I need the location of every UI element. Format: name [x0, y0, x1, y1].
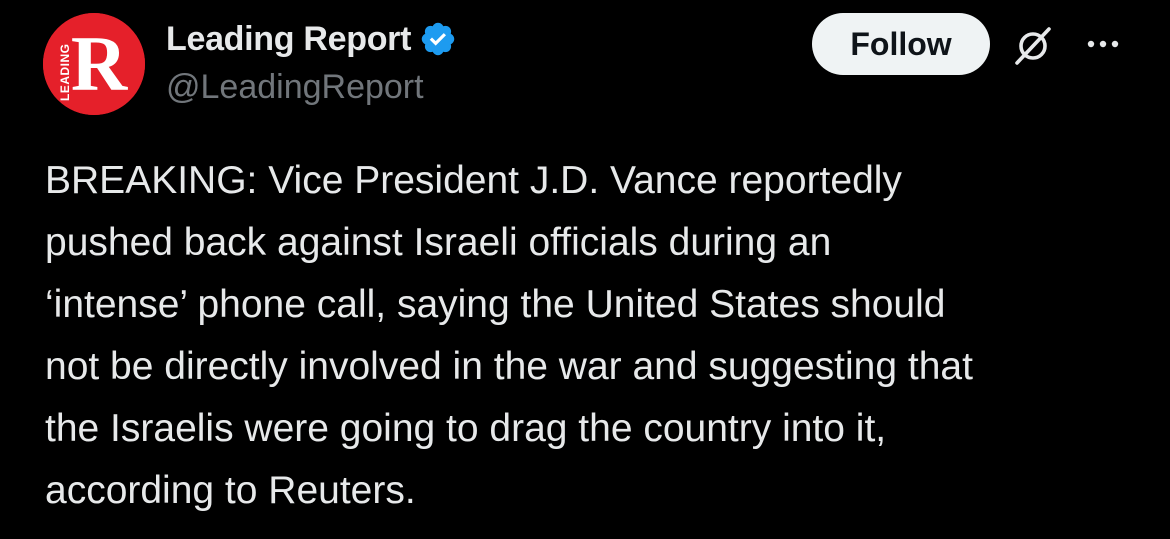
- grok-icon[interactable]: [1010, 23, 1056, 69]
- avatar-side-text: LEADING: [58, 44, 72, 102]
- author-handle[interactable]: @LeadingReport: [166, 68, 424, 107]
- post-card: R LEADING Leading Report @LeadingReport …: [0, 0, 1170, 539]
- follow-button[interactable]: Follow: [812, 13, 990, 75]
- avatar[interactable]: R LEADING: [43, 13, 145, 115]
- leading-report-logo: R LEADING: [43, 13, 145, 115]
- author-name-row: Leading Report: [166, 17, 457, 61]
- verified-badge-icon[interactable]: [419, 20, 457, 58]
- post-text: BREAKING: Vice President J.D. Vance repo…: [45, 159, 973, 512]
- author-display-name[interactable]: Leading Report: [166, 20, 411, 59]
- avatar-letter: R: [71, 20, 129, 107]
- more-icon[interactable]: [1080, 29, 1126, 59]
